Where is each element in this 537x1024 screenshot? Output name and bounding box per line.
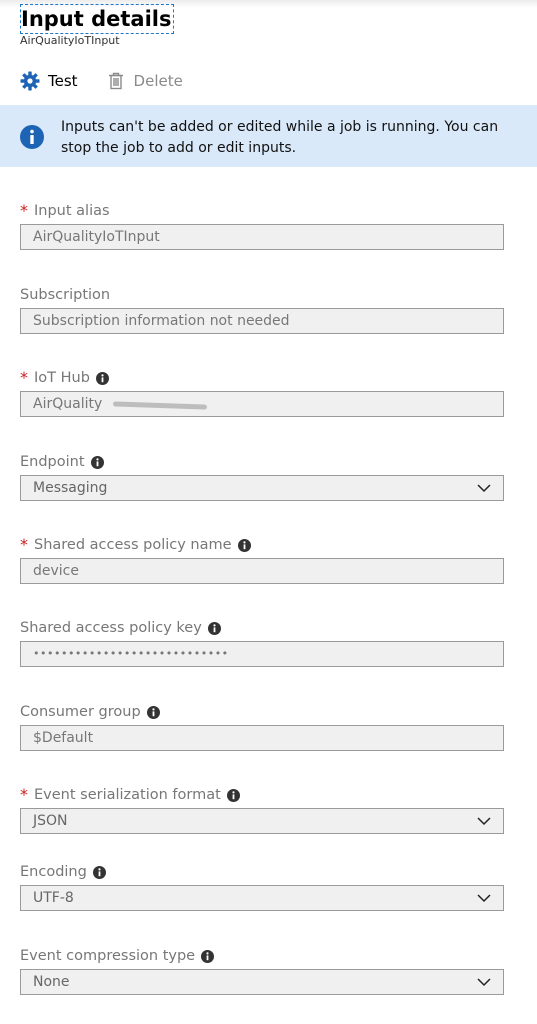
info-help-icon[interactable] bbox=[95, 371, 109, 385]
info-help-icon[interactable] bbox=[146, 705, 160, 719]
required-asterisk: * bbox=[20, 368, 28, 387]
serialization-label: Event serialization format bbox=[34, 787, 221, 803]
consumer-group-field: Consumer group $Default bbox=[20, 702, 504, 751]
chevron-down-icon bbox=[477, 484, 491, 493]
info-help-icon[interactable] bbox=[226, 788, 240, 802]
delete-button-label: Delete bbox=[133, 72, 183, 90]
compression-field: Event compression type None bbox=[20, 946, 504, 995]
info-help-icon[interactable] bbox=[201, 949, 215, 963]
endpoint-label: Endpoint bbox=[20, 454, 85, 470]
endpoint-field: Endpoint Messaging bbox=[20, 452, 504, 501]
serialization-field: * Event serialization format JSON bbox=[20, 785, 504, 834]
test-button[interactable]: Test bbox=[20, 71, 78, 91]
encoding-label: Encoding bbox=[20, 864, 87, 880]
info-banner: Inputs can't be added or edited while a … bbox=[0, 105, 537, 167]
iot-hub-input[interactable]: AirQuality bbox=[20, 391, 504, 417]
endpoint-value: Messaging bbox=[33, 480, 108, 496]
policy-name-label: Shared access policy name bbox=[34, 537, 232, 553]
info-icon bbox=[20, 125, 44, 149]
policy-key-field: Shared access policy key •••••••••••••••… bbox=[20, 618, 504, 667]
redaction-smudge bbox=[112, 401, 208, 410]
input-alias-input[interactable]: AirQualityIoTInput bbox=[20, 224, 504, 250]
serialization-value: JSON bbox=[33, 813, 68, 829]
subscription-label: Subscription bbox=[20, 287, 111, 303]
subscription-input[interactable]: Subscription information not needed bbox=[20, 308, 504, 334]
chevron-down-icon bbox=[477, 817, 491, 826]
required-asterisk: * bbox=[20, 535, 28, 554]
consumer-group-label: Consumer group bbox=[20, 704, 141, 720]
encoding-value: UTF-8 bbox=[33, 890, 74, 906]
gear-icon bbox=[20, 71, 40, 91]
compression-label: Event compression type bbox=[20, 948, 196, 964]
input-alias-field: * Input alias AirQualityIoTInput bbox=[20, 201, 504, 250]
serialization-select[interactable]: JSON bbox=[20, 808, 504, 834]
policy-name-input[interactable]: device bbox=[20, 558, 504, 584]
info-banner-message: Inputs can't be added or edited while a … bbox=[61, 119, 499, 156]
iot-hub-value: AirQuality bbox=[33, 396, 103, 412]
test-button-label: Test bbox=[48, 72, 78, 90]
endpoint-select[interactable]: Messaging bbox=[20, 475, 504, 501]
chevron-down-icon bbox=[477, 978, 491, 987]
info-help-icon[interactable] bbox=[207, 621, 221, 635]
iot-hub-field: * IoT Hub AirQuality bbox=[20, 368, 504, 417]
iot-hub-label: IoT Hub bbox=[34, 370, 90, 386]
encoding-field: Encoding UTF-8 bbox=[20, 862, 504, 911]
chevron-down-icon bbox=[477, 894, 491, 903]
trash-icon bbox=[108, 72, 123, 90]
info-help-icon[interactable] bbox=[90, 455, 104, 469]
compression-select[interactable]: None bbox=[20, 969, 504, 995]
info-help-icon[interactable] bbox=[237, 538, 251, 552]
toolbar: Test Delete bbox=[20, 68, 211, 94]
subscription-field: Subscription Subscription information no… bbox=[20, 285, 504, 334]
consumer-group-input[interactable]: $Default bbox=[20, 725, 504, 751]
delete-button[interactable]: Delete bbox=[106, 71, 183, 91]
required-asterisk: * bbox=[20, 785, 28, 804]
policy-key-input[interactable]: •••••••••••••••••••••••••••• bbox=[20, 641, 504, 667]
policy-key-label: Shared access policy key bbox=[20, 620, 202, 636]
compression-value: None bbox=[33, 974, 70, 990]
page-title: Input details bbox=[20, 4, 175, 34]
encoding-select[interactable]: UTF-8 bbox=[20, 885, 504, 911]
page-subtitle: AirQualityIoTInput bbox=[20, 34, 120, 47]
policy-name-field: * Shared access policy name device bbox=[20, 535, 504, 584]
info-help-icon[interactable] bbox=[92, 865, 106, 879]
required-asterisk: * bbox=[20, 201, 28, 220]
input-alias-label: Input alias bbox=[34, 203, 110, 219]
